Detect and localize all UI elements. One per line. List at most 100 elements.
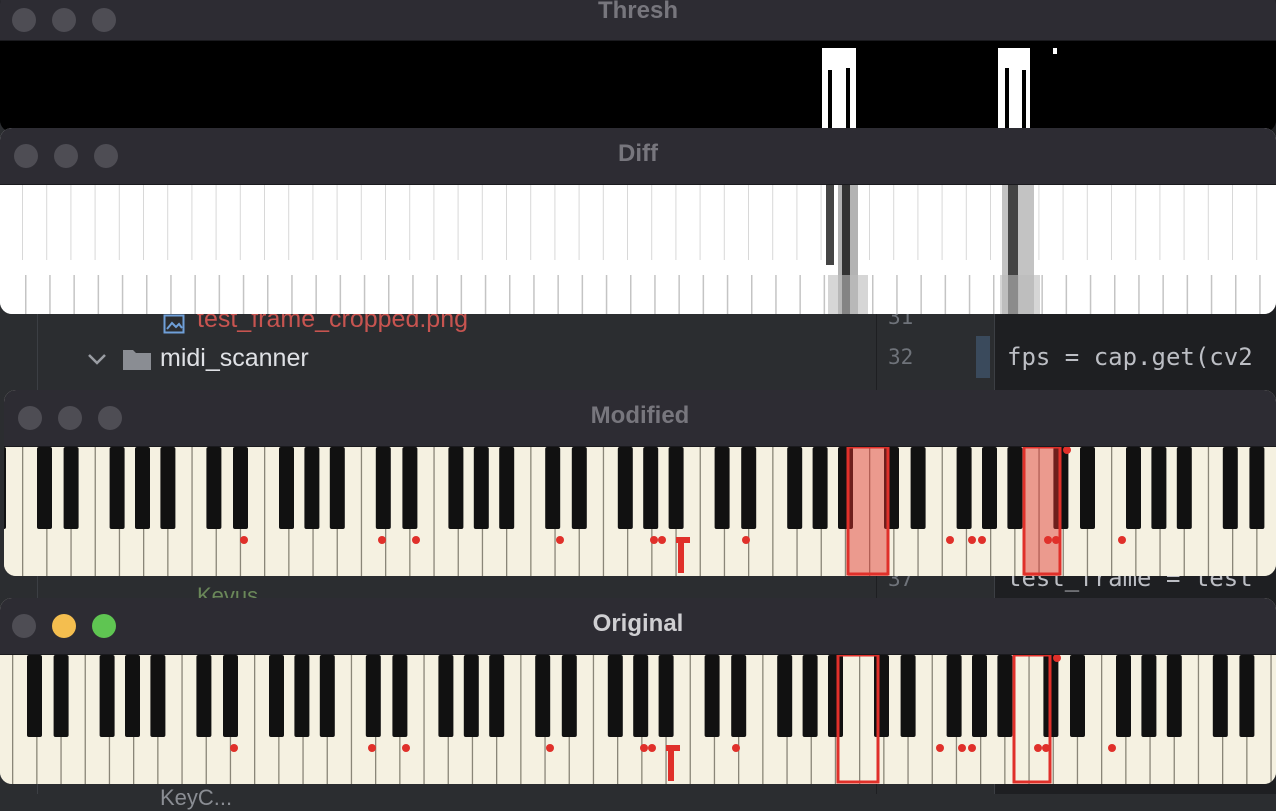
titlebar[interactable]: Diff	[0, 128, 1276, 185]
black-key	[633, 655, 649, 737]
black-key	[1070, 655, 1085, 737]
diff-artifact	[170, 275, 172, 314]
diff-window[interactable]: Diff	[0, 128, 1276, 314]
tree-folder-midi-scanner[interactable]: midi_scanner	[160, 344, 309, 373]
note-marker	[742, 536, 750, 544]
note-marker	[676, 537, 690, 543]
diff-artifact	[264, 185, 265, 260]
white-key-divider	[941, 447, 943, 576]
white-key-divider	[699, 447, 701, 576]
note-marker	[640, 744, 648, 752]
tree-item-partial-2[interactable]: KeyC...	[160, 785, 232, 811]
diff-artifact	[409, 185, 411, 260]
black-key	[1080, 447, 1095, 529]
diff-artifact	[312, 185, 314, 260]
white-key-divider	[602, 447, 605, 576]
black-key	[946, 655, 962, 737]
titlebar[interactable]: Thresh	[0, 0, 1276, 41]
black-key	[319, 655, 335, 737]
black-key	[223, 655, 238, 737]
black-key	[196, 655, 212, 737]
diff-artifact	[49, 275, 51, 314]
diff-artifact	[288, 185, 290, 260]
black-key	[109, 447, 125, 529]
diff-artifact	[1232, 185, 1233, 260]
note-marker	[936, 744, 944, 752]
diff-artifact	[896, 275, 898, 314]
diff-artifact	[339, 275, 342, 314]
thresh-window[interactable]: Thresh	[0, 0, 1276, 132]
black-key	[910, 447, 926, 529]
diff-artifact	[460, 275, 463, 314]
diff-artifact	[578, 185, 580, 260]
black-key	[704, 655, 720, 737]
white-key-divider	[181, 655, 183, 784]
black-key	[135, 447, 150, 529]
black-key	[731, 655, 747, 737]
diff-artifact	[97, 275, 100, 314]
vcs-change-marker	[976, 336, 990, 378]
threshold-mask	[0, 48, 1276, 132]
white-key-divider	[689, 655, 691, 784]
chevron-down-icon[interactable]	[86, 350, 108, 370]
original-window[interactable]: Original	[0, 598, 1276, 784]
white-key-divider	[530, 447, 532, 576]
diff-artifact	[1256, 185, 1258, 260]
black-key	[499, 447, 515, 529]
white-key-divider	[1207, 447, 1210, 576]
diff-artifact	[70, 185, 72, 260]
white-key-divider	[22, 447, 24, 576]
diff-artifact	[388, 275, 390, 314]
diff-artifact	[436, 275, 438, 314]
black-key	[972, 655, 987, 737]
code-line[interactable]: fps = cap.get(cv2	[1007, 343, 1253, 371]
window-title: Modified	[590, 402, 690, 429]
note-marker	[648, 744, 656, 752]
window-title: Thresh	[597, 0, 678, 24]
white-key-divider	[423, 655, 425, 784]
diff-artifact	[651, 185, 653, 260]
white-key-divider	[1197, 655, 1200, 784]
diff-artifact	[360, 185, 362, 260]
black-key	[473, 447, 489, 529]
diff-artifact	[944, 275, 947, 314]
diff-artifact	[557, 275, 559, 314]
diff-artifact	[968, 275, 971, 314]
black-key	[463, 655, 479, 737]
diff-artifact	[1135, 185, 1137, 260]
note-marker	[1118, 536, 1126, 544]
diff-artifact	[215, 185, 217, 260]
diff-artifact	[481, 185, 483, 260]
diff-artifact	[1041, 275, 1043, 314]
black-key	[489, 655, 505, 737]
note-marker	[968, 536, 976, 544]
titlebar[interactable]: Original	[0, 598, 1276, 655]
black-key	[160, 447, 176, 529]
diff-artifact	[484, 275, 487, 314]
black-key	[777, 655, 793, 737]
note-marker	[240, 536, 248, 544]
diff-artifact	[1235, 275, 1237, 314]
black-key	[874, 655, 889, 737]
note-marker	[412, 536, 420, 544]
modified-window[interactable]: Modified	[4, 390, 1276, 576]
diff-artifact	[239, 185, 241, 260]
diff-artifact	[1111, 185, 1112, 260]
black-key	[365, 655, 381, 737]
diff-artifact	[218, 275, 221, 314]
black-key	[643, 447, 659, 529]
note-marker	[556, 536, 564, 544]
diff-artifact	[267, 275, 269, 314]
white-key-divider	[254, 655, 256, 784]
diff-artifact	[702, 275, 705, 314]
black-key	[233, 447, 248, 529]
diff-artifact	[1089, 275, 1092, 314]
diff-artifact	[1207, 185, 1209, 260]
white-key-divider	[931, 655, 933, 784]
black-key	[956, 447, 972, 529]
white-key-divider	[264, 447, 266, 576]
titlebar[interactable]: Modified	[4, 390, 1276, 447]
diff-artifact	[1138, 275, 1140, 314]
piano-keyboard	[4, 447, 1276, 576]
black-key	[269, 655, 284, 737]
